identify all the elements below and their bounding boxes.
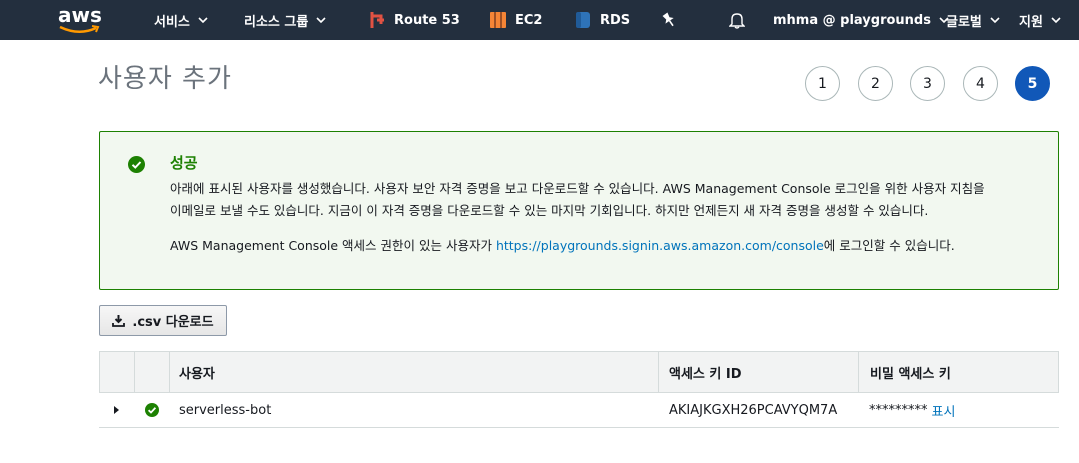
- download-icon: [112, 315, 126, 327]
- user-column-header[interactable]: 사용자: [170, 352, 659, 392]
- expand-row-button[interactable]: [112, 393, 120, 427]
- access-key-column-header[interactable]: 액세스 키 ID: [659, 352, 859, 392]
- resource-groups-label: 리소스 그룹: [244, 14, 309, 30]
- success-message-line-2: 이메일로 보낼 수도 있습니다. 지금이 이 자격 증명을 다운로드할 수 있는…: [170, 203, 929, 218]
- support-label: 지원: [1019, 14, 1043, 30]
- aws-logo-text: aws: [58, 3, 102, 27]
- chevron-down-icon: [1051, 17, 1061, 24]
- account-menu[interactable]: mhma @ playgrounds: [773, 0, 949, 40]
- region-label: 글로벌: [946, 14, 982, 30]
- route53-shortcut[interactable]: Route 53: [368, 0, 460, 40]
- step-3[interactable]: 3: [910, 66, 945, 101]
- user-name-cell: serverless-bot: [179, 402, 272, 418]
- step-2[interactable]: 2: [858, 66, 893, 101]
- step-1[interactable]: 1: [805, 66, 840, 101]
- bell-icon: [729, 13, 745, 29]
- table-row: serverless-bot AKIAJKGXH26PCAVYQM7A ****…: [99, 393, 1059, 428]
- top-navigation-bar: aws 서비스 리소스 그룹 Route 53 EC2 RDS mhma @ p…: [0, 0, 1079, 40]
- table-header: 사용자 액세스 키 ID 비밀 액세스 키: [99, 351, 1059, 393]
- secret-key-cell: ********* 표시: [869, 393, 955, 427]
- success-alert: 성공 아래에 표시된 사용자를 생성했습니다. 사용자 보안 자격 증명을 보고…: [99, 131, 1059, 290]
- check-circle-icon: [145, 403, 159, 417]
- console-signin-link[interactable]: https://playgrounds.signin.aws.amazon.co…: [496, 238, 824, 253]
- route53-label: Route 53: [394, 12, 460, 28]
- show-secret-link[interactable]: 표시: [932, 401, 956, 420]
- route53-icon: [370, 12, 384, 28]
- ec2-icon: [490, 12, 506, 28]
- check-circle-icon: [128, 156, 145, 173]
- aws-logo[interactable]: aws: [56, 3, 104, 35]
- caret-right-icon: [114, 406, 119, 414]
- secret-key-masked: *********: [869, 402, 928, 418]
- support-menu[interactable]: 지원: [1019, 0, 1061, 40]
- rds-shortcut[interactable]: RDS: [574, 0, 630, 40]
- access-key-cell: AKIAJKGXH26PCAVYQM7A: [669, 402, 838, 418]
- step-5-current: 5: [1015, 66, 1050, 101]
- resource-groups-menu[interactable]: 리소스 그룹: [244, 0, 326, 40]
- expand-column-header: [100, 352, 135, 392]
- rds-label: RDS: [600, 12, 631, 28]
- aws-smile-icon: [59, 25, 100, 33]
- step-4[interactable]: 4: [963, 66, 998, 101]
- success-title: 성공: [170, 154, 198, 172]
- success-message-line-1: 아래에 표시된 사용자를 생성했습니다. 사용자 보안 자격 증명을 보고 다운…: [170, 181, 985, 196]
- chevron-down-icon: [198, 17, 208, 24]
- ec2-label: EC2: [515, 12, 543, 28]
- region-menu[interactable]: 글로벌: [946, 0, 1000, 40]
- chevron-down-icon: [990, 17, 1000, 24]
- pin-button[interactable]: [662, 0, 676, 40]
- console-signin-message: AWS Management Console 액세스 권한이 있는 사용자가 h…: [170, 235, 955, 254]
- secret-key-column-header[interactable]: 비밀 액세스 키: [859, 352, 1058, 392]
- rds-icon: [576, 12, 590, 28]
- ec2-shortcut[interactable]: EC2: [489, 0, 542, 40]
- pin-icon: [662, 12, 674, 27]
- signin-text-suffix: 에 로그인할 수 있습니다.: [823, 238, 955, 253]
- notifications-button[interactable]: [729, 0, 745, 40]
- signin-text-prefix: AWS Management Console 액세스 권한이 있는 사용자가: [170, 238, 496, 253]
- status-column-header: [135, 352, 170, 392]
- row-status: [145, 393, 159, 427]
- account-label: mhma @ playgrounds: [773, 12, 931, 28]
- download-csv-label: .csv 다운로드: [132, 315, 214, 330]
- page-title: 사용자 추가: [98, 64, 232, 94]
- download-csv-button[interactable]: .csv 다운로드: [99, 305, 227, 336]
- chevron-down-icon: [316, 17, 326, 24]
- services-label: 서비스: [154, 14, 190, 30]
- services-menu[interactable]: 서비스: [154, 0, 208, 40]
